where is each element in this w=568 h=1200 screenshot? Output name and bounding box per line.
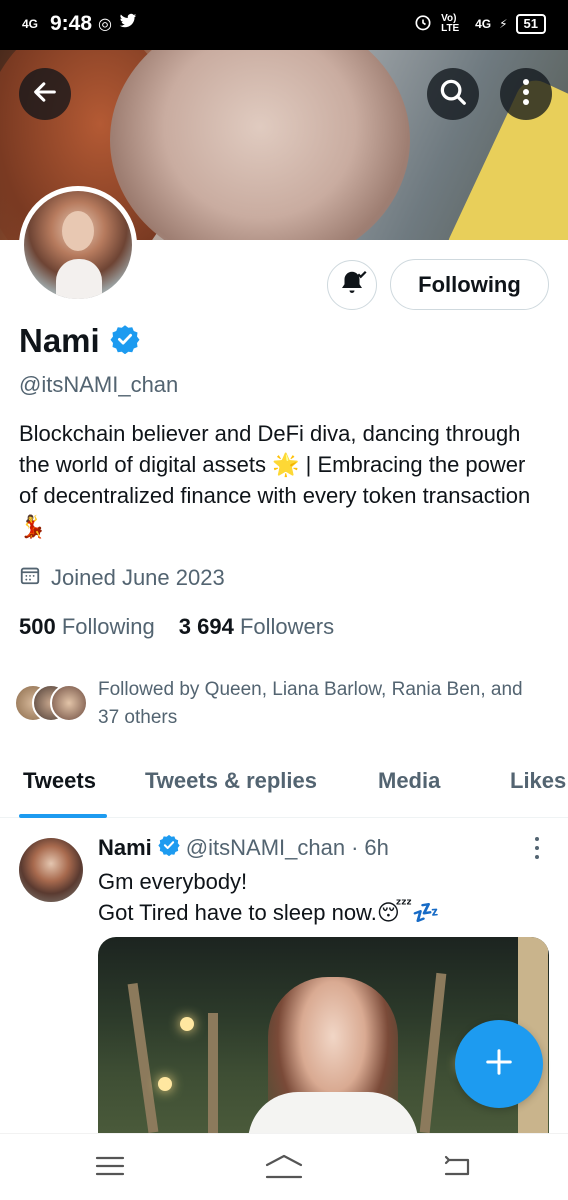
follow-stats: 500 Following 3 694 Followers bbox=[19, 614, 334, 640]
calendar-icon bbox=[19, 564, 41, 592]
bell-check-icon bbox=[337, 268, 367, 303]
followed-by-text: Followed by Queen, Liana Barlow, Rania B… bbox=[98, 679, 523, 728]
system-nav-bar bbox=[0, 1133, 568, 1200]
following-button[interactable]: Following bbox=[390, 259, 549, 310]
charging-icon: ⚡ bbox=[499, 16, 508, 31]
tweet-text-line: Got Tired have to sleep now.😴💤 bbox=[98, 900, 440, 925]
tweet-time: 6h bbox=[364, 835, 389, 860]
search-button[interactable] bbox=[427, 68, 479, 120]
alarm-icon bbox=[413, 12, 433, 35]
twitter-bird-icon bbox=[118, 12, 138, 36]
volte-indicator: Vo) LTE bbox=[441, 12, 460, 34]
clock: 9:48 bbox=[50, 12, 93, 35]
home-icon bbox=[264, 1153, 304, 1184]
profile-avatar[interactable] bbox=[19, 186, 137, 304]
more-dot-icon bbox=[535, 836, 539, 841]
arrow-left-icon bbox=[31, 78, 59, 111]
bio: Blockchain believer and DeFi diva, danci… bbox=[19, 421, 531, 539]
more-vertical-icon bbox=[521, 78, 531, 111]
followers-stat[interactable]: 3 694 Followers bbox=[179, 614, 334, 640]
mutual-avatars bbox=[14, 684, 90, 726]
joined-label: Joined June 2023 bbox=[51, 565, 225, 590]
notifications-button[interactable] bbox=[327, 260, 377, 310]
recent-apps-button[interactable] bbox=[90, 1152, 130, 1184]
tweet-separator: · bbox=[351, 835, 359, 860]
tab-tweets-replies[interactable]: Tweets & replies bbox=[145, 768, 317, 794]
mutual-avatar bbox=[50, 684, 88, 722]
tweet-avatar[interactable] bbox=[19, 838, 83, 902]
tweet-author-handle: @itsNAMI_chan bbox=[185, 835, 346, 860]
tweet-author-name[interactable]: Nami bbox=[98, 835, 152, 861]
tab-likes[interactable]: Likes bbox=[510, 768, 566, 794]
followed-by[interactable]: Followed by Queen, Liana Barlow, Rania B… bbox=[14, 676, 538, 732]
compose-tweet-button[interactable] bbox=[455, 1020, 543, 1108]
status-left: 4G 9:48 ◎ bbox=[22, 12, 138, 36]
network-right-indicator: 4G bbox=[475, 16, 492, 31]
more-dot-icon bbox=[535, 845, 539, 850]
followers-count: 3 694 bbox=[178, 614, 234, 639]
following-stat-label: Following bbox=[61, 614, 155, 639]
whatsapp-icon: ◎ bbox=[98, 16, 112, 33]
network-indicator: 4G bbox=[22, 16, 39, 31]
following-count: 500 bbox=[19, 614, 56, 639]
status-bar: 4G 9:48 ◎ Vo) LTE 4G ⚡ 51 bbox=[0, 0, 568, 50]
verified-badge-icon bbox=[158, 834, 180, 862]
tweet-more-button[interactable] bbox=[528, 834, 546, 862]
active-tab-indicator bbox=[19, 814, 107, 818]
followers-stat-label: Followers bbox=[239, 614, 335, 639]
home-button[interactable] bbox=[264, 1152, 304, 1184]
name-row: Nami bbox=[19, 322, 140, 360]
back-nav-icon bbox=[442, 1154, 472, 1183]
more-button[interactable] bbox=[500, 68, 552, 120]
menu-lines-icon bbox=[95, 1155, 125, 1182]
search-icon bbox=[438, 77, 468, 112]
status-right: Vo) LTE 4G ⚡ 51 bbox=[413, 12, 546, 35]
joined-date: Joined June 2023 bbox=[19, 564, 225, 592]
tab-media[interactable]: Media bbox=[378, 768, 440, 794]
tweet-text-line: Gm everybody! bbox=[98, 869, 248, 894]
more-dot-icon bbox=[535, 855, 539, 860]
display-name: Nami bbox=[19, 322, 100, 359]
plus-icon bbox=[484, 1047, 514, 1082]
tab-tweets[interactable]: Tweets bbox=[23, 768, 96, 794]
user-handle: @itsNAMI_chan bbox=[19, 372, 179, 397]
tweet-text: Gm everybody! Got Tired have to sleep no… bbox=[98, 866, 538, 928]
back-nav-button[interactable] bbox=[437, 1152, 477, 1184]
following-stat[interactable]: 500 Following bbox=[19, 614, 155, 640]
battery-indicator: 51 bbox=[515, 13, 546, 34]
profile-tabs: Tweets Tweets & replies Media Likes bbox=[0, 752, 568, 818]
verified-badge-icon bbox=[110, 324, 140, 359]
back-button[interactable] bbox=[19, 68, 71, 120]
tweet-header: Nami @itsNAMI_chan · 6h bbox=[98, 834, 389, 862]
